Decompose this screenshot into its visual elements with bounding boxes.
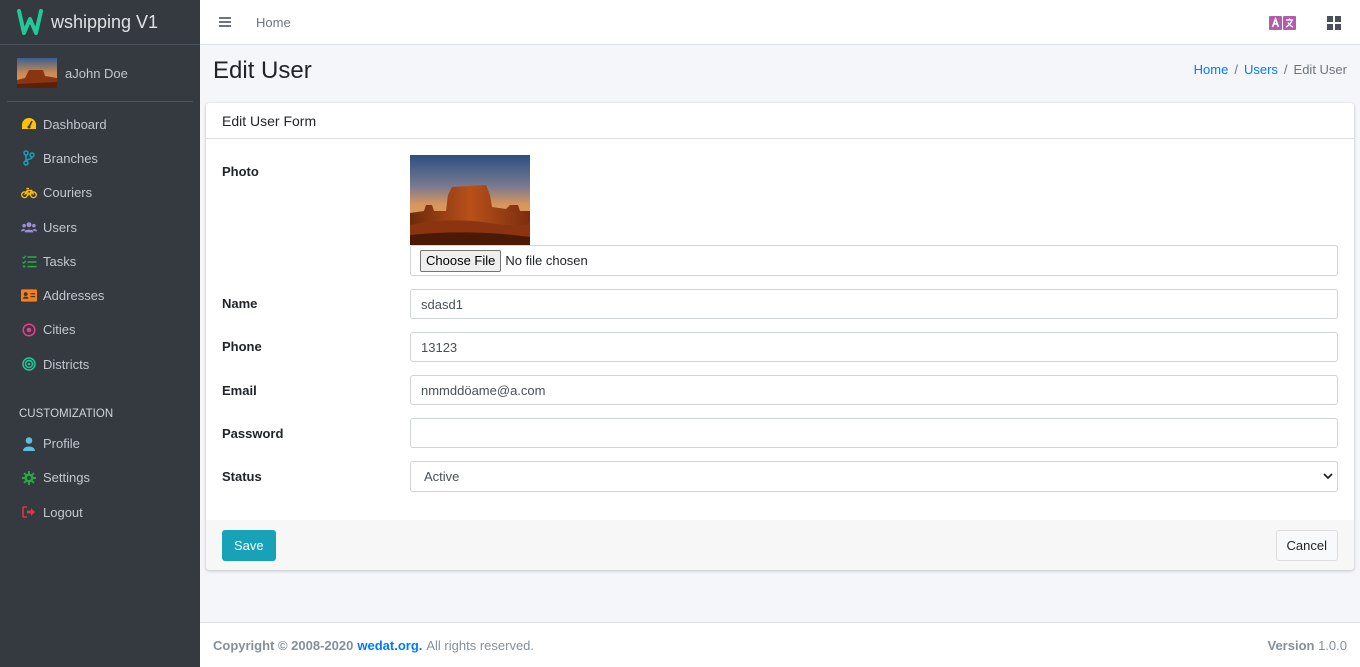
users-icon [21,219,37,235]
phone-row: Phone 13123 [222,332,1338,362]
user-panel[interactable]: aJohn Doe [7,45,193,102]
bicycle-icon [21,185,37,201]
tasks-icon [21,253,37,269]
brand-link[interactable]: wshipping V1 [0,0,200,45]
sidebar-item-label: Tasks [43,253,77,269]
name-label: Name [222,296,258,311]
status-selected-value: Active [424,469,460,484]
sidebar-nav: Dashboard Branches Couriers Users Tasks [0,102,200,529]
org-link[interactable]: wedat.org. [357,638,422,653]
card-footer: Save Cancel [206,520,1354,570]
dot-circle-icon [21,322,37,338]
sidebar-item-couriers[interactable]: Couriers [0,176,200,210]
cancel-button[interactable]: Cancel [1275,530,1338,561]
navbar-right [1269,0,1360,45]
avatar [17,58,57,88]
sidebar-item-label: Profile [43,436,80,452]
sidebar-item-profile[interactable]: Profile [0,426,200,460]
photo-row: Photo Choose File No file chosen [222,155,1338,276]
w-logo-icon [17,9,43,35]
sidebar-item-label: Couriers [43,185,93,201]
email-row: Email nmmddöame@a.com [222,375,1338,405]
breadcrumb-current: Edit User [1293,62,1347,77]
email-field[interactable]: nmmddöame@a.com [410,375,1338,405]
file-status-text: No file chosen [505,253,588,268]
sign-out-icon [21,504,37,520]
sidebar-item-tasks[interactable]: Tasks [0,244,200,278]
photo-label: Photo [222,164,259,179]
sidebar-item-addresses[interactable]: Addresses [0,278,200,312]
status-select[interactable]: Active [410,461,1338,492]
version-number: 1.0.0 [1318,637,1347,653]
user-photo [410,155,530,245]
code-branch-icon [21,150,37,167]
navbar-home-link[interactable]: Home [256,15,291,30]
user-icon [21,436,37,452]
menu-toggle-icon[interactable] [219,16,231,28]
bullseye-icon [21,356,37,372]
sidebar-item-label: Addresses [43,288,105,304]
sidebar-item-label: Branches [43,150,98,166]
email-label: Email [222,383,257,398]
status-row: Status Active [222,461,1338,492]
user-name[interactable]: aJohn Doe [65,66,128,81]
language-icon[interactable] [1269,15,1297,31]
phone-field[interactable]: 13123 [410,332,1338,362]
breadcrumb-separator: / [1283,62,1288,77]
sidebar-item-cities[interactable]: Cities [0,313,200,347]
breadcrumb-users[interactable]: Users [1244,62,1278,77]
sidebar-item-branches[interactable]: Branches [0,141,200,175]
edit-user-card: Edit User Form Photo Choose File No file… [206,103,1354,570]
sidebar-item-districts[interactable]: Districts [0,347,200,381]
sidebar-item-settings[interactable]: Settings [0,461,200,495]
breadcrumb-home[interactable]: Home [1194,62,1229,77]
page-title: Edit User [213,57,312,84]
name-field[interactable]: sdasd1 [410,289,1338,319]
sidebar-item-dashboard[interactable]: Dashboard [0,107,200,141]
version-info: Version 1.0.0 [1267,638,1347,653]
sidebar-item-label: Logout [43,504,83,520]
sidebar-item-label: Dashboard [43,116,107,132]
brand-name: wshipping V1 [51,11,159,32]
password-label: Password [222,426,284,441]
sidebar-item-logout[interactable]: Logout [0,495,200,529]
sidebar-item-label: Users [43,219,77,235]
version-label: Version [1267,637,1315,653]
sidebar-item-label: Districts [43,356,90,372]
th-large-icon[interactable] [1327,15,1341,30]
cog-icon [21,470,37,486]
save-button[interactable]: Save [222,530,276,561]
password-field[interactable] [410,418,1338,448]
breadcrumb: Home / Users / Edit User [1194,62,1347,77]
sidebar-section-header: CUSTOMIZATION [19,408,114,421]
sidebar-item-users[interactable]: Users [0,210,200,244]
sidebar-item-label: Cities [43,322,76,338]
photo-file-input[interactable]: Choose File No file chosen [410,245,1338,276]
top-navbar: Home [200,0,1360,45]
password-row: Password [222,418,1338,448]
breadcrumb-separator: / [1234,62,1238,77]
phone-label: Phone [222,339,262,354]
sidebar: wshipping V1 aJohn Doe Dashboard Branche… [0,0,200,667]
card-title: Edit User Form [206,103,1354,139]
page-footer: Copyright © 2008-2020 wedat.org. All rig… [200,622,1360,667]
sidebar-item-label: Settings [43,470,90,486]
rights-text: All rights reserved. [426,637,535,653]
address-card-icon [21,288,37,304]
copyright-text: Copyright © 2008-2020 [213,637,354,653]
chevron-down-icon [1323,473,1333,480]
status-label: Status [222,469,262,484]
name-row: Name sdasd1 [222,289,1338,319]
tachometer-icon [21,116,37,132]
choose-file-button[interactable]: Choose File [420,249,502,272]
